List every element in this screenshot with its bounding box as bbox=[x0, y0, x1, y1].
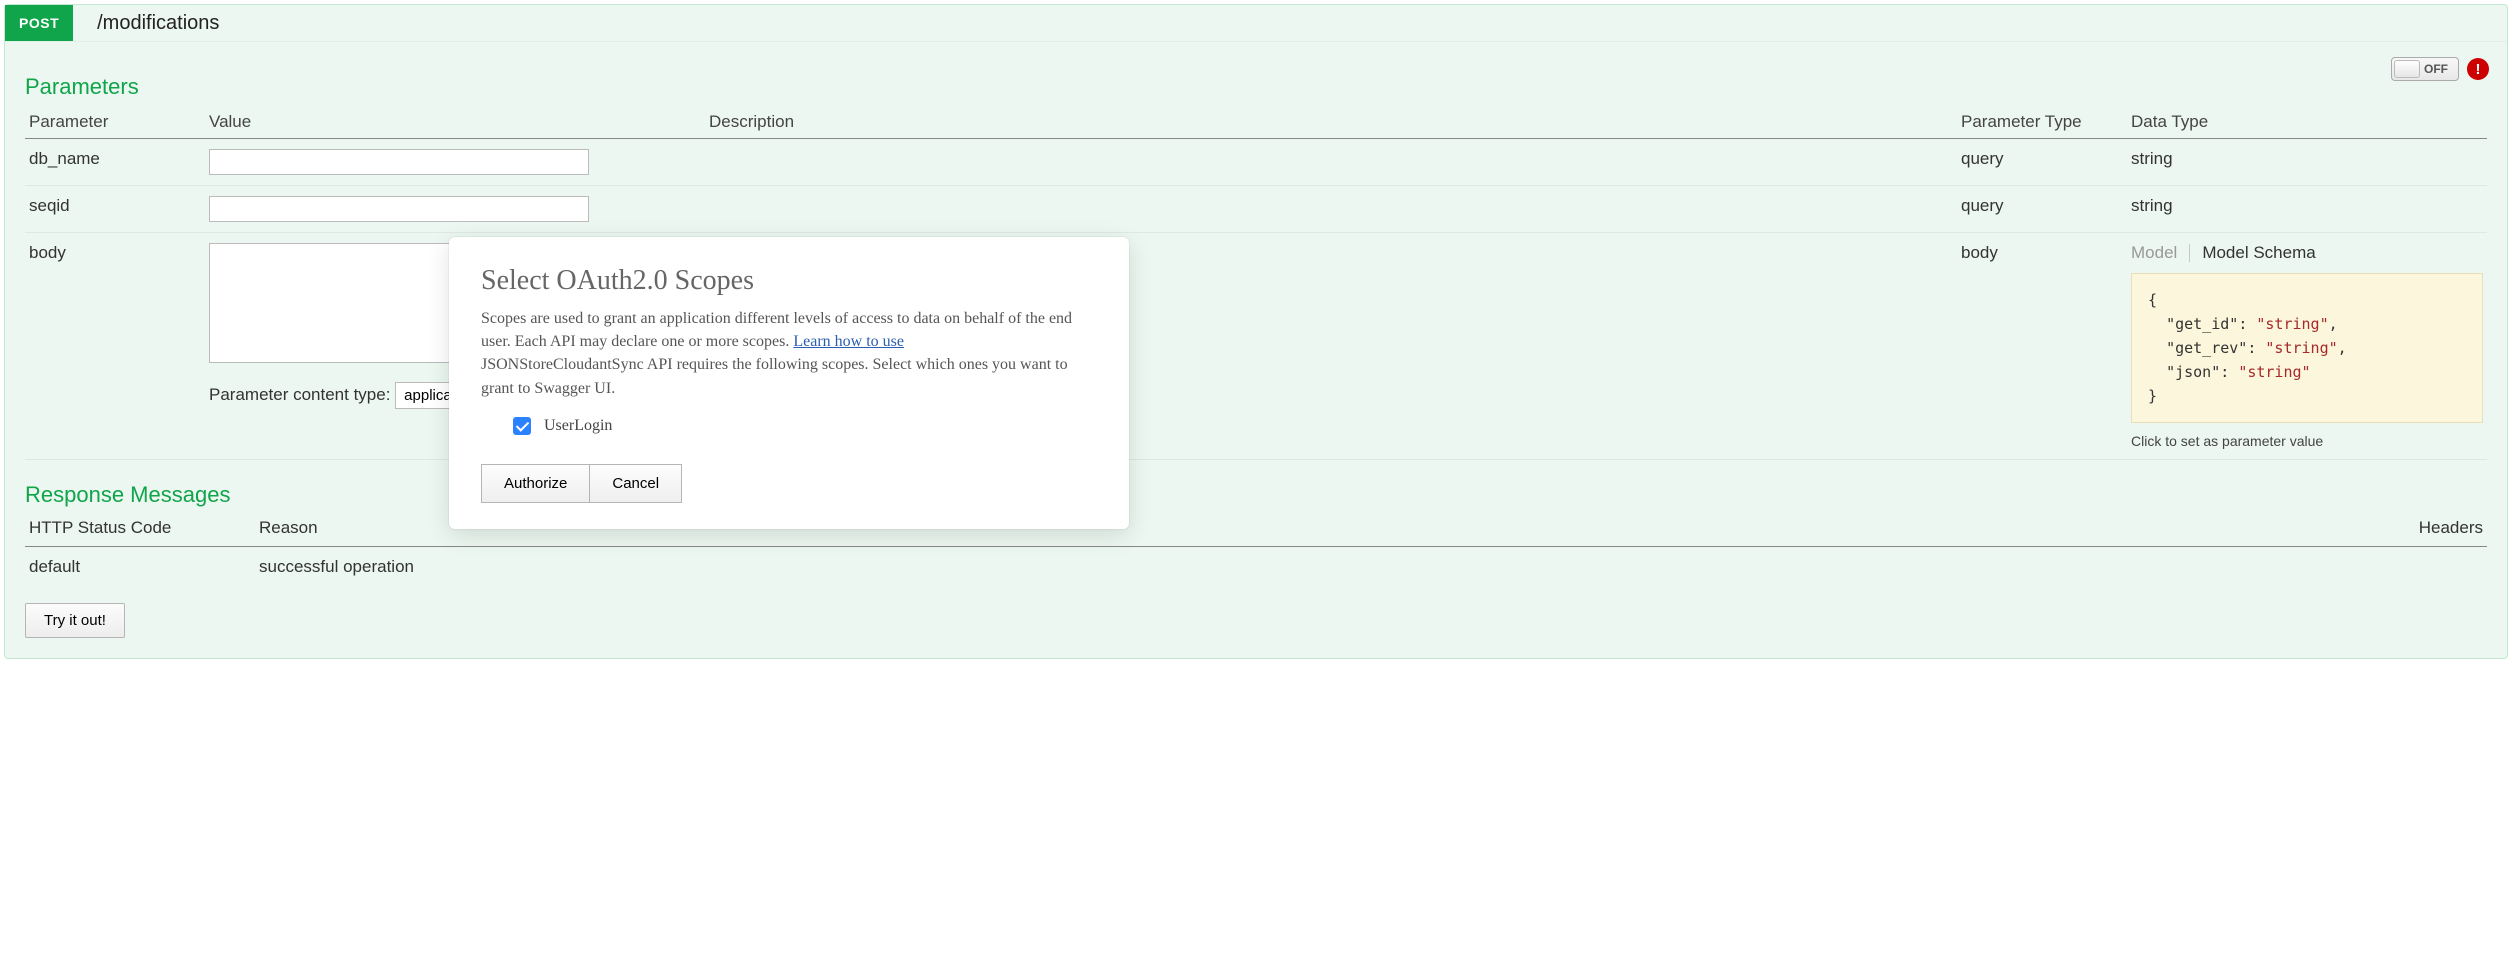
auth-toggle-area: OFF ! bbox=[2391, 57, 2489, 81]
schema-hint: Click to set as parameter value bbox=[2131, 433, 2483, 449]
col-headers: Headers bbox=[2317, 514, 2487, 547]
tab-model-schema[interactable]: Model Schema bbox=[2202, 243, 2315, 263]
param-value-input-seqid[interactable] bbox=[209, 196, 589, 222]
authorize-button[interactable]: Authorize bbox=[481, 464, 590, 503]
param-value-input-db_name[interactable] bbox=[209, 149, 589, 175]
alert-icon[interactable]: ! bbox=[2467, 58, 2489, 80]
parameters-title: Parameters bbox=[25, 74, 2487, 100]
col-ptype: Parameter Type bbox=[1957, 106, 2127, 139]
operation-panel: POST /modifications OFF ! Parameters Par… bbox=[4, 4, 2508, 659]
dialog-title: Select OAuth2.0 Scopes bbox=[481, 265, 1097, 297]
section-body: Parameters Parameter Value Description P… bbox=[5, 42, 2507, 658]
oauth-scopes-dialog: Select OAuth2.0 Scopes Scopes are used t… bbox=[449, 237, 1129, 529]
param-name: db_name bbox=[25, 139, 205, 186]
content-type-label: Parameter content type: bbox=[209, 385, 390, 404]
col-dtype: Data Type bbox=[2127, 106, 2487, 139]
dialog-description: Scopes are used to grant an application … bbox=[481, 307, 1097, 400]
param-dtype: string bbox=[2127, 186, 2487, 233]
param-desc bbox=[705, 186, 1957, 233]
param-ptype: query bbox=[1957, 139, 2127, 186]
toggle-label: OFF bbox=[2424, 62, 2448, 76]
table-row: default successful operation bbox=[25, 547, 2487, 588]
param-ptype: body bbox=[1957, 233, 2127, 460]
http-method-badge: POST bbox=[5, 5, 73, 41]
dialog-desc-part2: JSONStoreCloudantSync API requires the f… bbox=[481, 356, 1068, 396]
response-reason: successful operation bbox=[255, 547, 2317, 588]
endpoint-path: /modifications bbox=[73, 12, 219, 35]
responses-title: Response Messages bbox=[25, 482, 2487, 508]
panel-header[interactable]: POST /modifications bbox=[5, 5, 2507, 42]
param-name: body bbox=[25, 233, 205, 460]
col-status: HTTP Status Code bbox=[25, 514, 255, 547]
responses-table: HTTP Status Code Reason Headers default … bbox=[25, 514, 2487, 587]
col-parameter: Parameter bbox=[25, 106, 205, 139]
scope-label: UserLogin bbox=[544, 417, 612, 435]
cancel-button[interactable]: Cancel bbox=[590, 464, 682, 503]
tab-divider bbox=[2189, 244, 2190, 262]
table-row: body Parameter content type: application… bbox=[25, 233, 2487, 460]
param-name: seqid bbox=[25, 186, 205, 233]
scope-row: UserLogin bbox=[509, 414, 1097, 438]
param-desc bbox=[705, 139, 1957, 186]
param-ptype: query bbox=[1957, 186, 2127, 233]
model-schema-preview[interactable]: { "get_id": "string", "get_rev": "string… bbox=[2131, 273, 2483, 423]
toggle-knob bbox=[2394, 60, 2420, 78]
col-description: Description bbox=[705, 106, 1957, 139]
auth-toggle[interactable]: OFF bbox=[2391, 57, 2459, 81]
table-row: db_name query string bbox=[25, 139, 2487, 186]
try-it-out-button[interactable]: Try it out! bbox=[25, 603, 125, 638]
param-dtype: string bbox=[2127, 139, 2487, 186]
parameters-table: Parameter Value Description Parameter Ty… bbox=[25, 106, 2487, 460]
response-status: default bbox=[25, 547, 255, 588]
scope-checkbox-userlogin[interactable] bbox=[513, 417, 531, 435]
col-value: Value bbox=[205, 106, 705, 139]
table-row: seqid query string bbox=[25, 186, 2487, 233]
tab-model[interactable]: Model bbox=[2131, 243, 2177, 263]
dialog-desc-part1: Scopes are used to grant an application … bbox=[481, 310, 1072, 350]
learn-how-link[interactable]: Learn how to use bbox=[793, 333, 904, 350]
